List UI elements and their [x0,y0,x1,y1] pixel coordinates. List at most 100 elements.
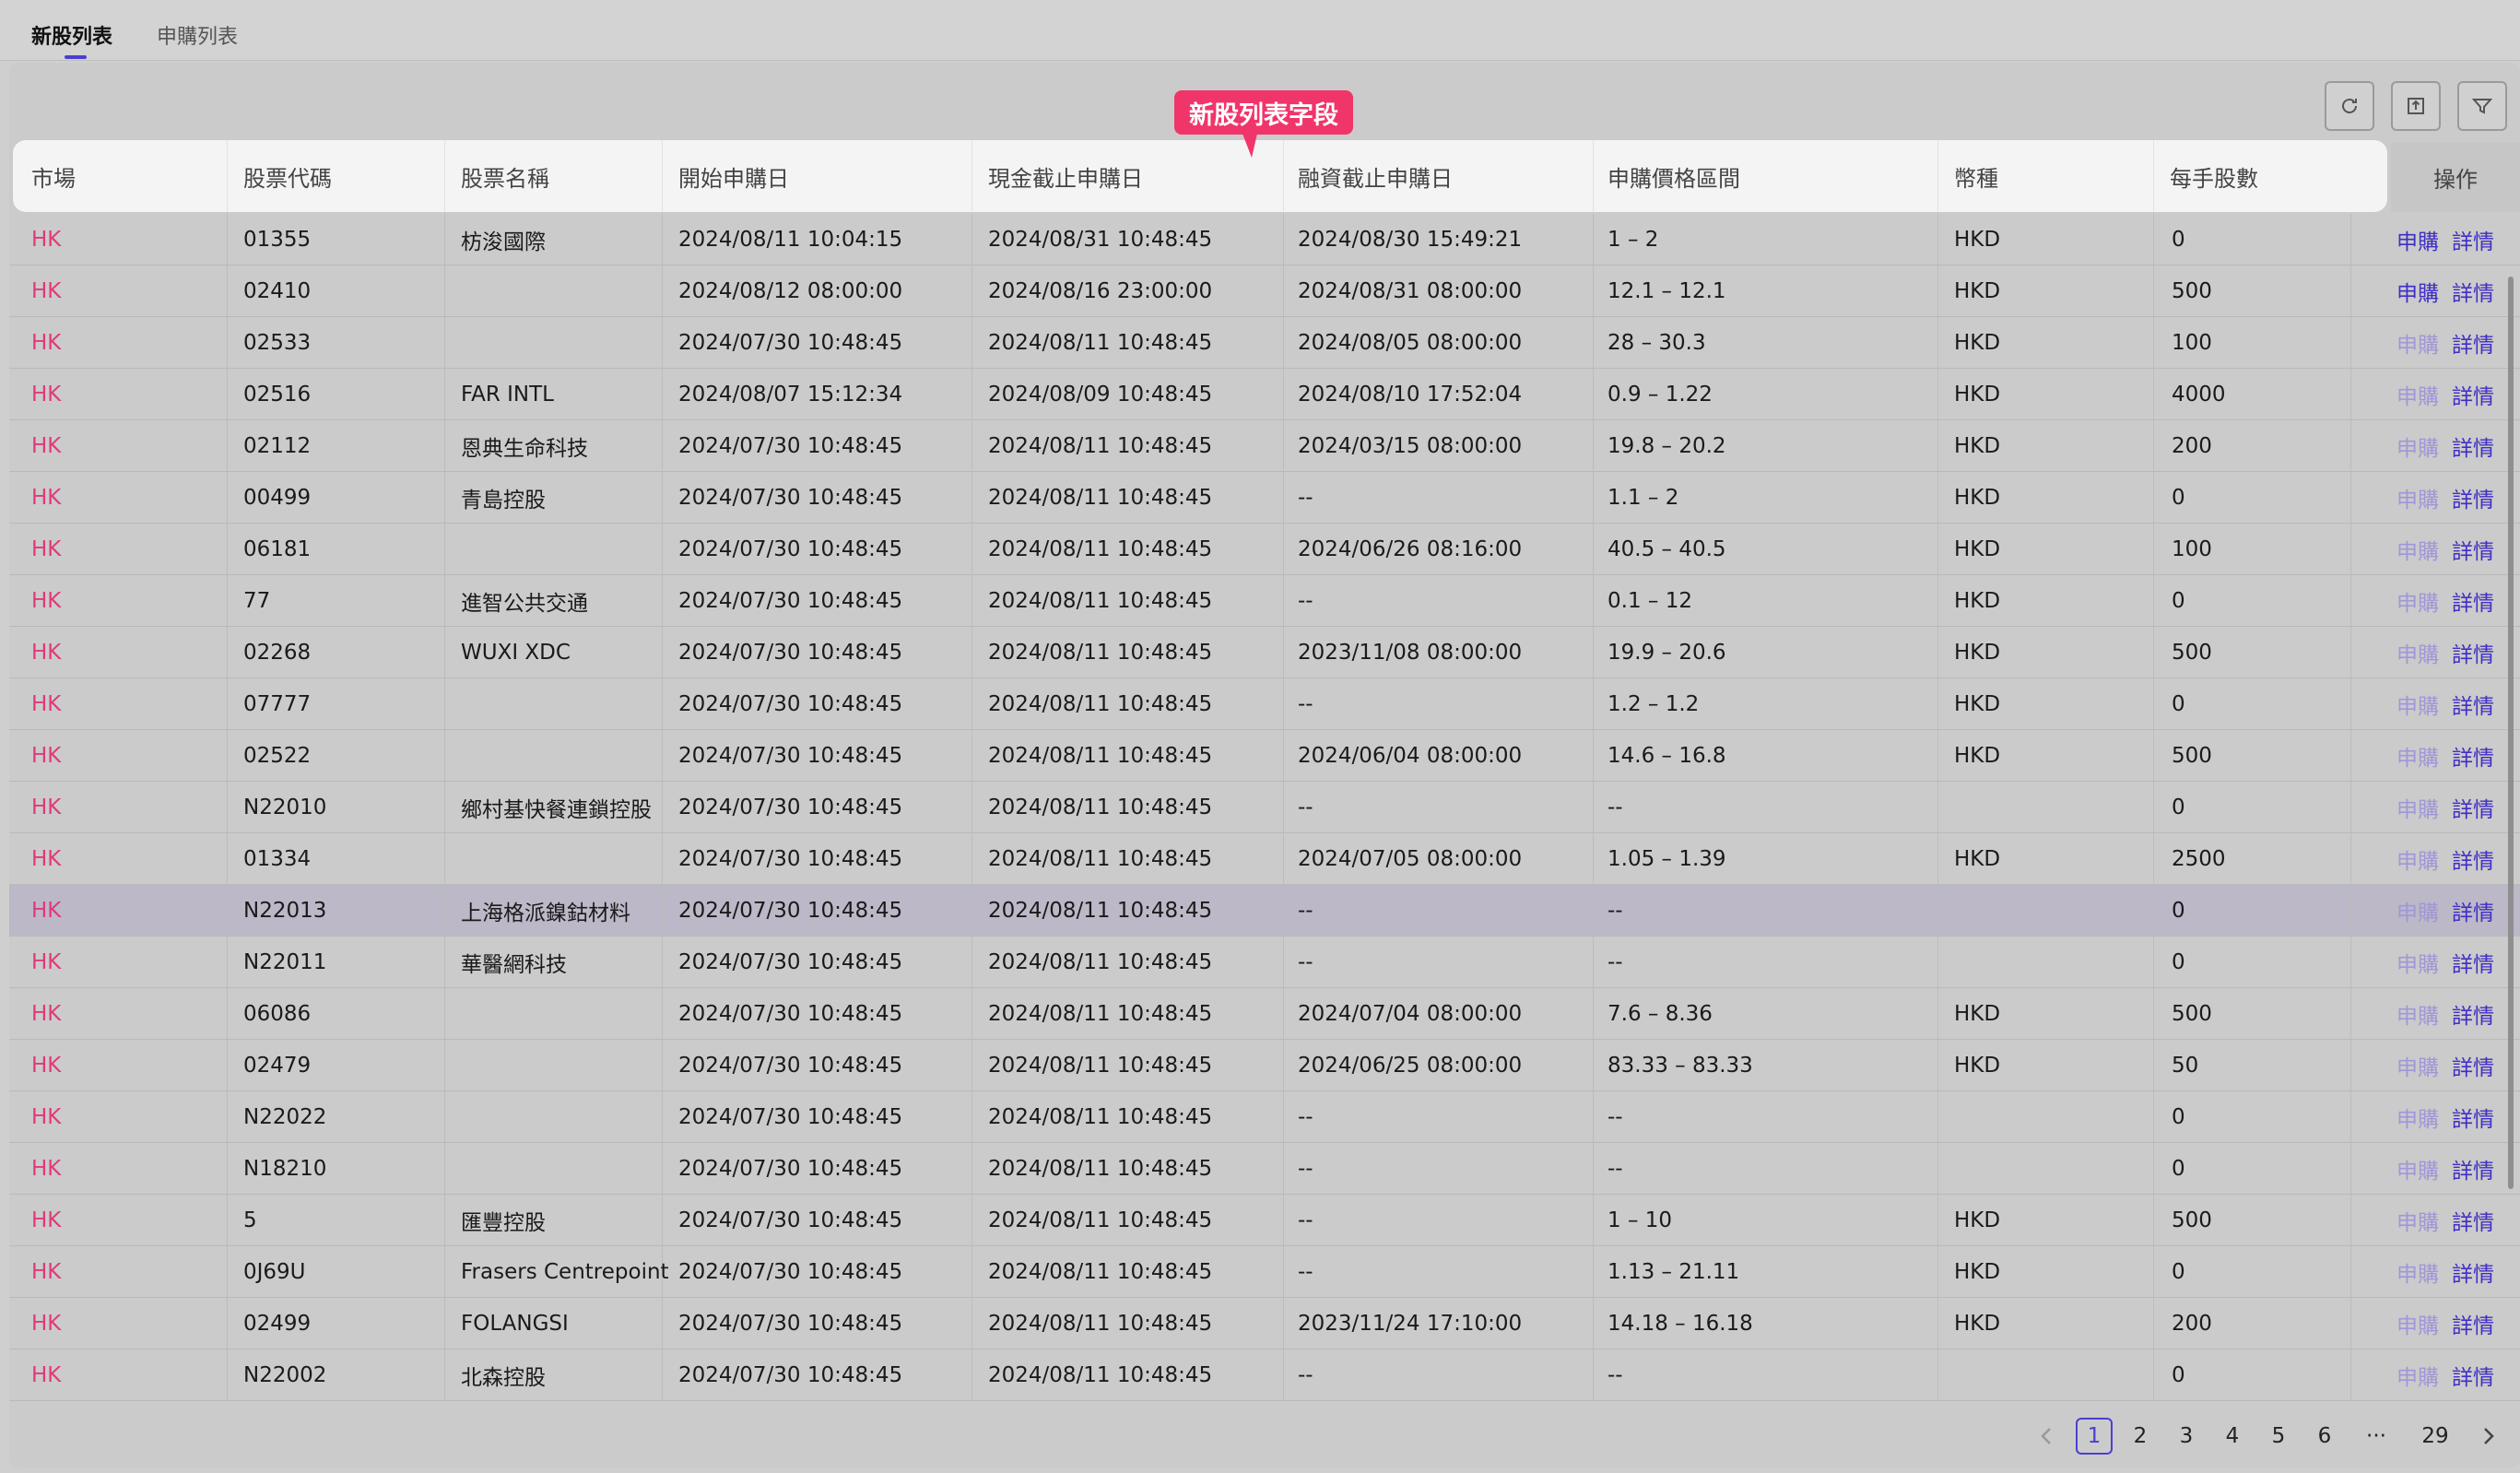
tab-subscription-list[interactable]: 申購列表 [157,20,238,50]
field-callout: 新股列表字段 [1174,90,1353,135]
code-cell: N22010 [243,795,327,819]
table-row[interactable]: HK 06086 2024/07/30 10:48:45 2024/08/11 10:… [9,988,2520,1040]
table-row[interactable]: HK 00499 青島控股 2024/07/30 10:48:45 2024/08/11… [9,472,2520,524]
apply-button[interactable]: 申購 [2396,1040,2439,1091]
table-row[interactable]: HK N22002 北森控股 2024/07/30 10:48:45 2024/08/1… [9,1349,2520,1401]
column-divider [1283,730,1284,782]
apply-button[interactable]: 申購 [2396,678,2439,730]
chevron-right-icon[interactable] [2470,1418,2507,1455]
page-5-button[interactable]: 5 [2260,1418,2297,1455]
detail-button[interactable]: 詳情 [2452,524,2494,575]
detail-button[interactable]: 詳情 [2452,265,2494,317]
apply-button[interactable]: 申購 [2396,1246,2439,1298]
table-row[interactable]: HK 02268 WUXI XDC 2024/07/30 10:48:45 2024/0… [9,627,2520,678]
table-row[interactable]: HK 02410 2024/08/12 08:00:00 2024/08/16 23:… [9,265,2520,317]
detail-button[interactable]: 詳情 [2452,1298,2494,1349]
apply-button[interactable]: 申購 [2396,1298,2439,1349]
apply-button[interactable]: 申購 [2396,575,2439,627]
detail-button[interactable]: 詳情 [2452,1143,2494,1195]
detail-button[interactable]: 詳情 [2452,833,2494,885]
market-cell: HK [31,331,62,355]
table-row[interactable]: HK 0J69U Frasers Centrepoint 2024/07/30 10:… [9,1246,2520,1298]
table-row[interactable]: HK 5 匯豐控股 2024/07/30 10:48:45 2024/08/11 10:… [9,1195,2520,1246]
page-4-button[interactable]: 4 [2214,1418,2251,1455]
start-date-cell: 2024/07/30 10:48:45 [678,1260,903,1284]
table-row[interactable]: HK N22022 2024/07/30 10:48:45 2024/08/11 10… [9,1091,2520,1143]
table-row[interactable]: HK N22010 鄉村基快餐連鎖控股 2024/07/30 10:48:45 2024… [9,782,2520,833]
apply-button[interactable]: 申購 [2396,472,2439,524]
apply-button[interactable]: 申購 [2396,1195,2439,1246]
start-date-cell: 2024/07/30 10:48:45 [678,537,903,561]
apply-button[interactable]: 申購 [2396,265,2439,317]
table-row[interactable]: HK 06181 2024/07/30 10:48:45 2024/08/11 10:… [9,524,2520,575]
detail-button[interactable]: 詳情 [2452,369,2494,420]
table-row[interactable]: HK 02516 FAR INTL 2024/08/07 15:12:34 2024/0… [9,369,2520,420]
table-row[interactable]: HK N18210 2024/07/30 10:48:45 2024/08/11 10… [9,1143,2520,1195]
apply-button[interactable]: 申購 [2396,1143,2439,1195]
table-row[interactable]: HK 02112 恩典生命科技 2024/07/30 10:48:45 2024/08/… [9,420,2520,472]
column-divider [1937,317,1938,369]
column-divider [1593,678,1594,730]
detail-button[interactable]: 詳情 [2452,472,2494,524]
refresh-button[interactable] [2325,81,2374,131]
apply-button[interactable]: 申購 [2396,988,2439,1040]
apply-button[interactable]: 申購 [2396,782,2439,833]
pagination-ellipsis[interactable]: ··· [2358,1418,2395,1455]
page-2-button[interactable]: 2 [2122,1418,2159,1455]
detail-button[interactable]: 詳情 [2452,575,2494,627]
page-last-button[interactable]: 29 [2417,1418,2454,1455]
apply-button[interactable]: 申購 [2396,524,2439,575]
detail-button[interactable]: 詳情 [2452,1091,2494,1143]
price-range-cell: 28 – 30.3 [1607,331,1706,355]
table-row[interactable]: HK 02499 FOLANGSI 2024/07/30 10:48:45 2024/0… [9,1298,2520,1349]
apply-button[interactable]: 申購 [2396,420,2439,472]
page-1-button[interactable]: 1 [2076,1418,2113,1455]
detail-button[interactable]: 詳情 [2452,885,2494,937]
table-row[interactable]: HK N22011 華醫網科技 2024/07/30 10:48:45 2024/08/… [9,937,2520,988]
apply-button[interactable]: 申購 [2396,833,2439,885]
page-3-button[interactable]: 3 [2168,1418,2205,1455]
detail-button[interactable]: 詳情 [2452,317,2494,369]
apply-button[interactable]: 申購 [2396,730,2439,782]
detail-button[interactable]: 詳情 [2452,730,2494,782]
apply-button[interactable]: 申購 [2396,214,2439,265]
detail-button[interactable]: 詳情 [2452,1349,2494,1401]
column-divider [1283,833,1284,885]
apply-button[interactable]: 申購 [2396,369,2439,420]
detail-button[interactable]: 詳情 [2452,782,2494,833]
table-scrollbar[interactable] [2508,277,2514,1189]
table-row[interactable]: HK 07777 2024/07/30 10:48:45 2024/08/11 10:… [9,678,2520,730]
table-row[interactable]: HK 77 進智公共交通 2024/07/30 10:48:45 2024/08/11 … [9,575,2520,627]
table-row[interactable]: HK 02533 2024/07/30 10:48:45 2024/08/11 10:… [9,317,2520,369]
apply-button[interactable]: 申購 [2396,317,2439,369]
detail-button[interactable]: 詳情 [2452,988,2494,1040]
detail-button[interactable]: 詳情 [2452,214,2494,265]
detail-button[interactable]: 詳情 [2452,420,2494,472]
table-row[interactable]: HK 01334 2024/07/30 10:48:45 2024/08/11 10:… [9,833,2520,885]
table-row[interactable]: HK 02522 2024/07/30 10:48:45 2024/08/11 10:… [9,730,2520,782]
detail-button[interactable]: 詳情 [2452,678,2494,730]
column-divider [1937,782,1938,833]
export-button[interactable] [2391,81,2441,131]
detail-button[interactable]: 詳情 [2452,627,2494,678]
table-row[interactable]: HK N22013 上海格派鎳鈷材料 2024/07/30 10:48:45 2024/… [9,885,2520,937]
apply-button[interactable]: 申購 [2396,1091,2439,1143]
detail-button[interactable]: 詳情 [2452,937,2494,988]
column-divider [444,730,445,782]
column-divider [1937,1091,1938,1143]
chevron-left-icon[interactable] [2028,1418,2065,1455]
detail-button[interactable]: 詳情 [2452,1195,2494,1246]
filter-button[interactable] [2457,81,2507,131]
detail-button[interactable]: 詳情 [2452,1040,2494,1091]
apply-button[interactable]: 申購 [2396,1349,2439,1401]
table-row[interactable]: HK 01355 枋浚國際 2024/08/11 10:04:15 2024/08/31… [9,214,2520,265]
apply-button[interactable]: 申購 [2396,885,2439,937]
tab-new-stock-list[interactable]: 新股列表 [31,20,112,50]
page-6-button[interactable]: 6 [2306,1418,2343,1455]
detail-button[interactable]: 詳情 [2452,1246,2494,1298]
apply-button[interactable]: 申購 [2396,937,2439,988]
apply-button[interactable]: 申購 [2396,627,2439,678]
table-row[interactable]: HK 02479 2024/07/30 10:48:45 2024/08/11 10:… [9,1040,2520,1091]
market-cell: HK [31,1054,62,1078]
column-divider [444,937,445,988]
